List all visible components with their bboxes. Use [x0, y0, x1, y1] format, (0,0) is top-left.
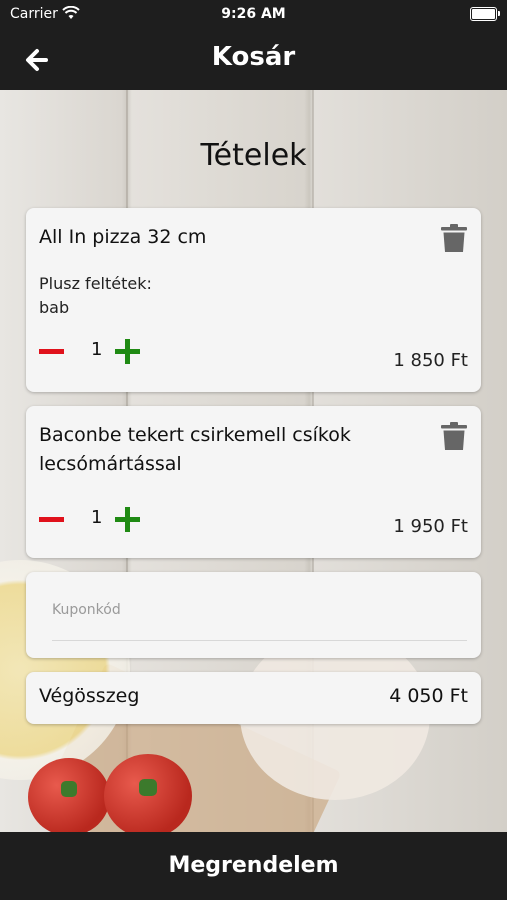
status-bar: Carrier 9:26 AM	[0, 0, 507, 28]
item-price: 1 850 Ft	[393, 350, 468, 371]
section-title: Tételek	[200, 138, 307, 173]
quantity-stepper: 1	[39, 336, 239, 366]
trash-icon[interactable]	[441, 223, 467, 253]
total-value: 4 050 Ft	[389, 685, 468, 707]
tomato-decoration	[104, 754, 192, 832]
coupon-card	[26, 572, 481, 658]
trash-icon[interactable]	[441, 421, 467, 451]
plus-icon[interactable]	[115, 507, 140, 532]
cart-item-card: Baconbe tekert csirkemell csíkok lecsómá…	[26, 406, 481, 558]
navigation-bar: Kosár	[0, 28, 507, 90]
page-title: Kosár	[211, 42, 296, 72]
cart-content[interactable]: Tételek All In pizza 32 cm Plusz feltéte…	[0, 90, 507, 832]
item-name: All In pizza 32 cm	[39, 226, 207, 248]
total-card: Végösszeg 4 050 Ft	[26, 672, 481, 724]
clock: 9:26 AM	[221, 6, 286, 22]
item-name: Baconbe tekert csirkemell csíkok lecsómá…	[39, 424, 351, 475]
order-button[interactable]: Megrendelem	[0, 832, 507, 900]
extras-value: bab	[39, 298, 70, 317]
extras-label: Plusz feltétek:	[39, 274, 152, 293]
minus-icon[interactable]	[39, 517, 64, 522]
input-underline	[52, 640, 467, 641]
battery-icon	[470, 7, 500, 21]
quantity-value: 1	[91, 339, 103, 360]
quantity-stepper: 1	[39, 504, 239, 534]
minus-icon[interactable]	[39, 349, 64, 354]
plus-icon[interactable]	[115, 339, 140, 364]
total-label: Végösszeg	[39, 685, 140, 707]
cart-item-card: All In pizza 32 cm Plusz feltétek: bab 1…	[26, 208, 481, 392]
tomato-decoration	[28, 758, 110, 832]
item-price: 1 950 Ft	[393, 516, 468, 537]
coupon-input[interactable]	[52, 602, 465, 618]
quantity-value: 1	[91, 507, 103, 528]
